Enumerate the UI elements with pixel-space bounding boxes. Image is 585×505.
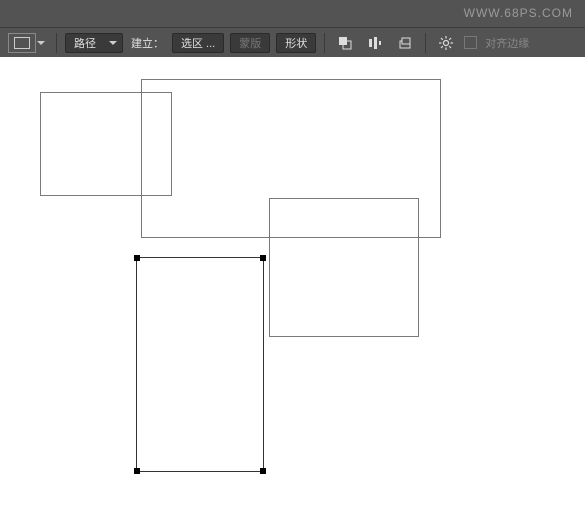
align-edges-checkbox[interactable] — [464, 36, 477, 49]
tool-mode-dropdown[interactable]: 路径 — [65, 33, 123, 53]
tool-mode-value: 路径 — [74, 35, 96, 51]
watermark-text: WWW.68PS.COM — [464, 6, 573, 20]
make-shape-button[interactable]: 形状 — [276, 33, 316, 53]
tool-preset-picker[interactable] — [8, 33, 36, 53]
path-rect-4-selected[interactable] — [136, 257, 264, 472]
make-selection-button[interactable]: 选区 ... — [172, 33, 224, 53]
path-operations-icon[interactable] — [333, 32, 357, 54]
rectangle-icon — [14, 37, 30, 49]
gear-icon[interactable] — [434, 32, 458, 54]
make-label: 建立： — [131, 35, 164, 51]
canvas-area[interactable] — [0, 57, 585, 505]
selection-handle[interactable] — [260, 255, 266, 261]
selection-handle[interactable] — [134, 255, 140, 261]
title-bar: WWW.68PS.COM — [0, 0, 585, 27]
make-mask-button[interactable]: 蒙版 — [230, 33, 270, 53]
options-bar: 路径 建立： 选区 ... 蒙版 形状 对齐边缘 — [0, 27, 585, 57]
divider — [56, 33, 57, 53]
path-arrangement-icon[interactable] — [393, 32, 417, 54]
align-edges-label: 对齐边缘 — [485, 35, 529, 51]
divider — [324, 33, 325, 53]
selection-handle[interactable] — [134, 468, 140, 474]
selection-handle[interactable] — [260, 468, 266, 474]
path-rect-3[interactable] — [269, 198, 419, 337]
path-alignment-icon[interactable] — [363, 32, 387, 54]
divider — [425, 33, 426, 53]
